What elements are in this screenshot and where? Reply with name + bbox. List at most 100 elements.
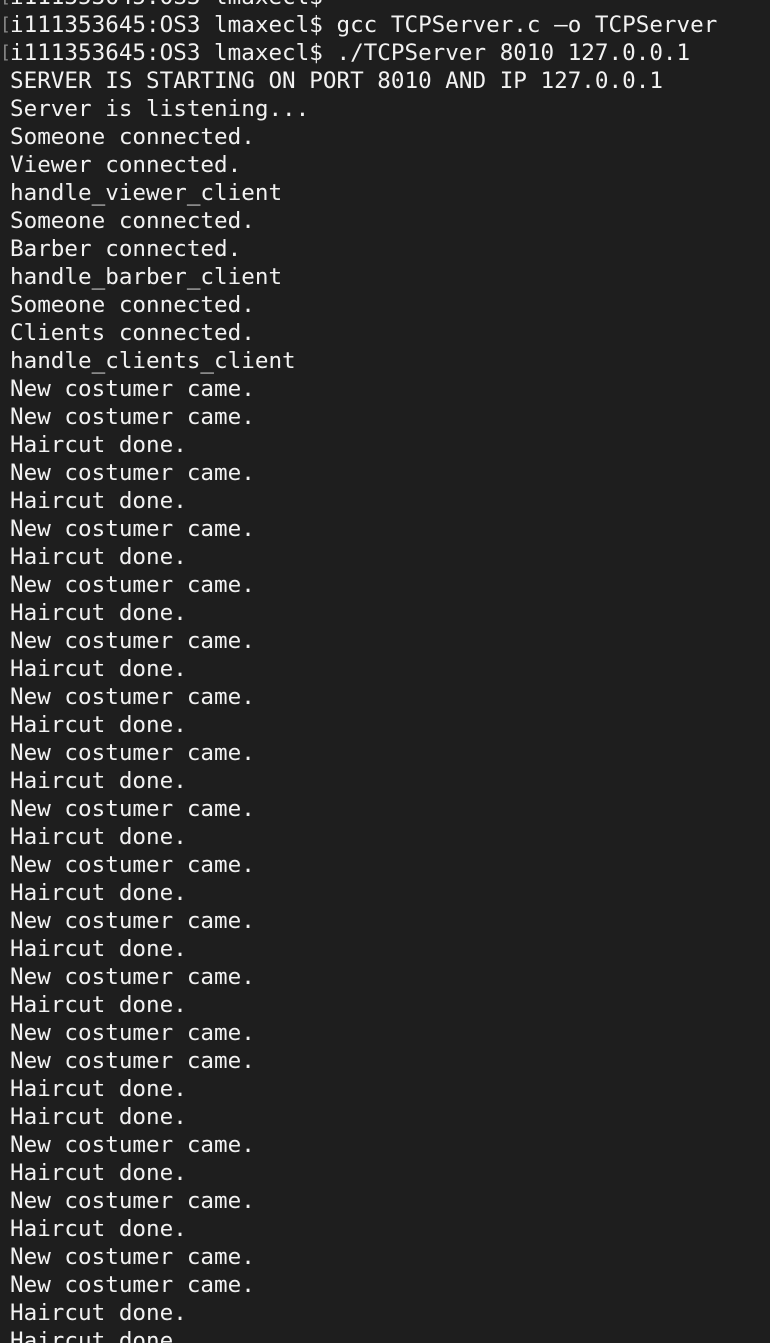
line-text: Viewer connected. [10, 152, 242, 178]
terminal-line: New costumer came. [0, 459, 770, 487]
line-text: Haircut done. [10, 544, 187, 570]
line-text: New costumer came. [10, 1132, 255, 1158]
terminal-line: New costumer came. [0, 571, 770, 599]
terminal-line: Haircut done. [0, 767, 770, 795]
prompt-marker: [ [0, 14, 11, 35]
terminal-line: New costumer came. [0, 907, 770, 935]
terminal-line: Haircut done. [0, 599, 770, 627]
line-text: Barber connected. [10, 236, 242, 262]
terminal-line: Clients connected. [0, 319, 770, 347]
line-text: Someone connected. [10, 124, 255, 150]
line-text: Haircut done. [10, 936, 187, 962]
terminal-line: Haircut done. [0, 935, 770, 963]
terminal-line: New costumer came. [0, 963, 770, 991]
prompt-marker: [ [0, 42, 11, 63]
line-text: Haircut done. [10, 768, 187, 794]
line-text: handle_clients_client [10, 348, 296, 374]
terminal-line: handle_barber_client [0, 263, 770, 291]
line-text: Haircut done. [10, 1328, 187, 1343]
terminal-line: SERVER IS STARTING ON PORT 8010 AND IP 1… [0, 67, 770, 95]
line-text: Haircut done. [10, 488, 187, 514]
line-text: Haircut done. [10, 992, 187, 1018]
line-text: Someone connected. [10, 208, 255, 234]
line-text: Haircut done. [10, 656, 187, 682]
terminal-line: New costumer came. [0, 627, 770, 655]
terminal-line: [i111353645:OS3 lmaxecl$ [0, 0, 770, 11]
terminal-line: Haircut done. [0, 879, 770, 907]
line-text: Haircut done. [10, 1216, 187, 1242]
line-text: SERVER IS STARTING ON PORT 8010 AND IP 1… [10, 68, 663, 94]
terminal-line: New costumer came. [0, 515, 770, 543]
line-text: New costumer came. [10, 404, 255, 430]
terminal-line: Haircut done. [0, 1103, 770, 1131]
line-text: handle_barber_client [10, 264, 283, 290]
line-text: Haircut done. [10, 600, 187, 626]
terminal-line: [i111353645:OS3 lmaxecl$ ./TCPServer 801… [0, 39, 770, 67]
line-text: i111353645:OS3 lmaxecl$ gcc TCPServer.c … [10, 12, 718, 38]
terminal-line: New costumer came. [0, 375, 770, 403]
terminal-line: New costumer came. [0, 683, 770, 711]
terminal-window[interactable]: [i111353645:OS3 lmaxecl$ [i111353645:OS3… [0, 0, 770, 1343]
terminal-line: Haircut done. [0, 991, 770, 1019]
line-text: New costumer came. [10, 1272, 255, 1298]
line-text: i111353645:OS3 lmaxecl$ [10, 0, 323, 10]
prompt-marker: [ [0, 0, 11, 8]
terminal-line: New costumer came. [0, 795, 770, 823]
line-text: New costumer came. [10, 1188, 255, 1214]
terminal-line: Barber connected. [0, 235, 770, 263]
terminal-line: Haircut done. [0, 1215, 770, 1243]
line-text: Haircut done. [10, 824, 187, 850]
line-text: New costumer came. [10, 572, 255, 598]
terminal-line: handle_clients_client [0, 347, 770, 375]
line-text: Haircut done. [10, 1160, 187, 1186]
line-text: Haircut done. [10, 1076, 187, 1102]
terminal-output: [i111353645:OS3 lmaxecl$ [i111353645:OS3… [0, 0, 770, 1343]
line-text: i111353645:OS3 lmaxecl$ ./TCPServer 8010… [10, 40, 691, 66]
terminal-line: New costumer came. [0, 403, 770, 431]
line-text: New costumer came. [10, 852, 255, 878]
terminal-line: New costumer came. [0, 1243, 770, 1271]
line-text: Haircut done. [10, 1104, 187, 1130]
terminal-line: New costumer came. [0, 739, 770, 767]
terminal-line: Haircut done. [0, 1299, 770, 1327]
terminal-line: handle_viewer_client [0, 179, 770, 207]
terminal-line: Haircut done. [0, 1159, 770, 1187]
line-text: New costumer came. [10, 684, 255, 710]
line-text: New costumer came. [10, 1244, 255, 1270]
terminal-line: Haircut done. [0, 1075, 770, 1103]
terminal-line: New costumer came. [0, 851, 770, 879]
line-text: New costumer came. [10, 964, 255, 990]
terminal-line: Haircut done. [0, 431, 770, 459]
line-text: handle_viewer_client [10, 180, 283, 206]
terminal-line: Haircut done. [0, 823, 770, 851]
terminal-line: New costumer came. [0, 1047, 770, 1075]
terminal-line: New costumer came. [0, 1131, 770, 1159]
line-text: New costumer came. [10, 628, 255, 654]
line-text: Haircut done. [10, 1300, 187, 1326]
line-text: Someone connected. [10, 292, 255, 318]
line-text: New costumer came. [10, 740, 255, 766]
line-text: Server is listening... [10, 96, 310, 122]
terminal-line: Haircut done. [0, 711, 770, 739]
terminal-line: Someone connected. [0, 291, 770, 319]
line-text: New costumer came. [10, 796, 255, 822]
terminal-line: Haircut done. [0, 543, 770, 571]
line-text: Clients connected. [10, 320, 255, 346]
line-text: New costumer came. [10, 516, 255, 542]
line-text: New costumer came. [10, 1020, 255, 1046]
terminal-line: Viewer connected. [0, 151, 770, 179]
terminal-line: Someone connected. [0, 207, 770, 235]
terminal-line: Haircut done. [0, 1327, 770, 1343]
terminal-line: Haircut done. [0, 655, 770, 683]
line-text: New costumer came. [10, 460, 255, 486]
terminal-line: Haircut done. [0, 487, 770, 515]
line-text: New costumer came. [10, 1048, 255, 1074]
terminal-line: Server is listening... [0, 95, 770, 123]
terminal-line: New costumer came. [0, 1187, 770, 1215]
line-text: New costumer came. [10, 376, 255, 402]
line-text: Haircut done. [10, 712, 187, 738]
line-text: Haircut done. [10, 880, 187, 906]
terminal-line: [i111353645:OS3 lmaxecl$ gcc TCPServer.c… [0, 11, 770, 39]
line-text: Haircut done. [10, 432, 187, 458]
terminal-line: New costumer came. [0, 1271, 770, 1299]
